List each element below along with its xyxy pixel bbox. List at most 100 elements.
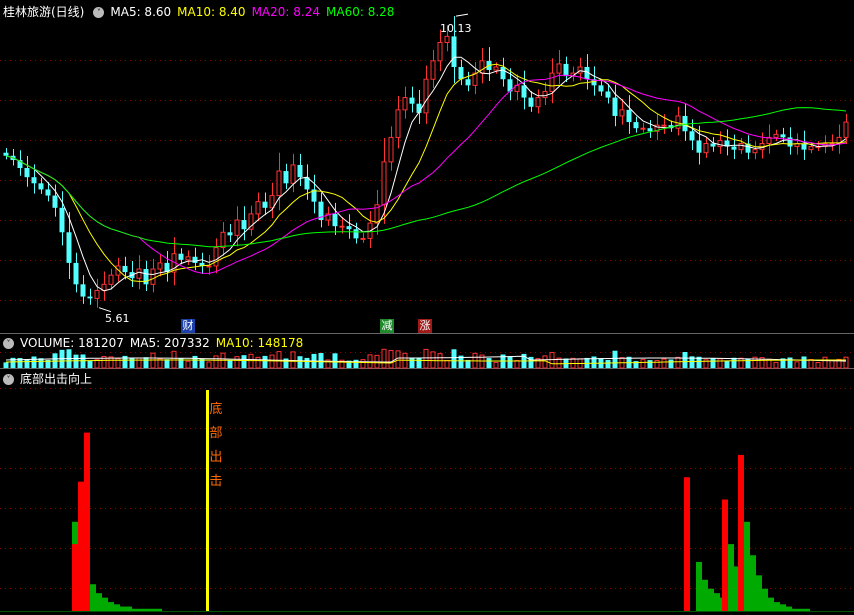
stock-name[interactable]: 桂林旅游(日线) [3,5,84,19]
candle-body [808,146,814,151]
candle-body [563,63,569,77]
candle-body [24,168,30,178]
signal-char-4: 击 [209,474,223,489]
volume-bar [164,359,170,368]
main-chart-header: 桂林旅游(日线) ˅ MA5: 8.60 MA10: 8.40 MA20: 8.24 MA… [0,4,400,20]
candle-body [31,177,37,184]
candle-body [843,121,849,138]
volume-bar [388,349,394,369]
volume-bar [136,357,142,369]
low-price-label: 5.61 [105,312,130,325]
indicator-bar-green [728,544,734,611]
candle-body [661,124,667,127]
high-marker-arrow [455,13,469,17]
candle-body [346,226,352,230]
volume-bar [192,355,198,368]
volume-bar [822,356,828,369]
indicator-bar-green [750,555,756,611]
indicator-bar-green [150,608,156,611]
ma60-line [5,107,847,248]
candle-body [710,143,716,147]
volume-bar [507,356,513,368]
volume-bar [80,354,86,368]
collapse-icon[interactable]: ˅ [3,374,14,385]
candle-body [234,219,240,236]
indicator-bar-red [72,544,78,611]
indicator-bar-red [84,432,90,611]
candle-body [409,97,415,104]
candle-body [178,253,184,260]
indicator-bar-green [714,593,720,611]
candle-body [381,161,387,206]
signal-char-2: 部 [209,426,223,441]
indicator-bar-green [114,604,120,611]
volume-bar [612,350,618,368]
candle-body [360,237,366,240]
volume-ma10-label: MA10: 148178 [215,336,304,350]
candle-body [556,63,562,74]
candle-body [52,195,58,208]
collapse-icon[interactable]: ˅ [3,338,14,349]
volume-bar [297,356,303,368]
candle-body [731,146,737,150]
volume-bar [843,356,849,369]
candle-body [458,66,464,80]
volume-bar [360,359,366,369]
volume-bar [241,355,247,368]
candle-body [339,225,345,228]
collapse-icon[interactable]: ˅ [93,7,105,18]
indicator-bar-green [768,597,774,611]
candle-body [451,36,457,67]
volume-bar [710,358,716,368]
tag-jian[interactable]: 减 [380,319,394,333]
volume-bar [451,349,457,368]
indicator-bar-green [696,561,702,611]
indicator-bar-green [120,606,126,611]
indicator-bar-green [90,584,96,611]
candle-body [430,60,436,80]
candle-body [213,247,219,267]
candle-body [479,60,485,74]
candle-body [395,109,401,138]
volume-bar [738,357,744,369]
volume-bar [129,357,135,368]
volume-bar [409,357,415,368]
candle-body [241,220,247,230]
volume-bar [549,351,555,369]
volume-bar [332,353,338,368]
indicator-bar-green [144,608,150,611]
indicator-bar-green [804,608,810,611]
candle-body [682,115,688,132]
volume-bar [416,358,422,368]
volume-bar [213,355,219,369]
candle-body [108,274,114,285]
ma20-label: MA20: 8.24 [251,5,320,19]
volume-bar [682,352,688,368]
indicator-bar-green [798,608,804,611]
indicator-bar-green [132,608,138,611]
volume-bar [318,353,324,368]
volume-bar [423,348,429,369]
tag-cai[interactable]: 财 [181,319,195,333]
volume-ma5-label: MA5: 207332 [129,336,210,350]
volume-bar [234,356,240,369]
candle-body [283,171,289,184]
candle-body [647,128,653,132]
candle-body [801,143,807,150]
candle-body [59,207,65,233]
candle-body [297,164,303,178]
volume-bar [3,362,9,368]
candle-body [640,127,646,130]
candle-body [262,201,268,208]
candle-body [269,195,275,209]
indicator-bar-red [738,454,744,611]
candle-body [703,143,709,154]
high-price-label: 10.13 [440,22,472,35]
candle-body [633,122,639,129]
volume-bar [248,353,254,369]
candle-body [3,152,9,156]
candle-body [535,97,541,108]
volume-bar [829,359,835,369]
tag-zhang[interactable]: 涨 [418,319,432,333]
volume-bar [486,358,492,368]
